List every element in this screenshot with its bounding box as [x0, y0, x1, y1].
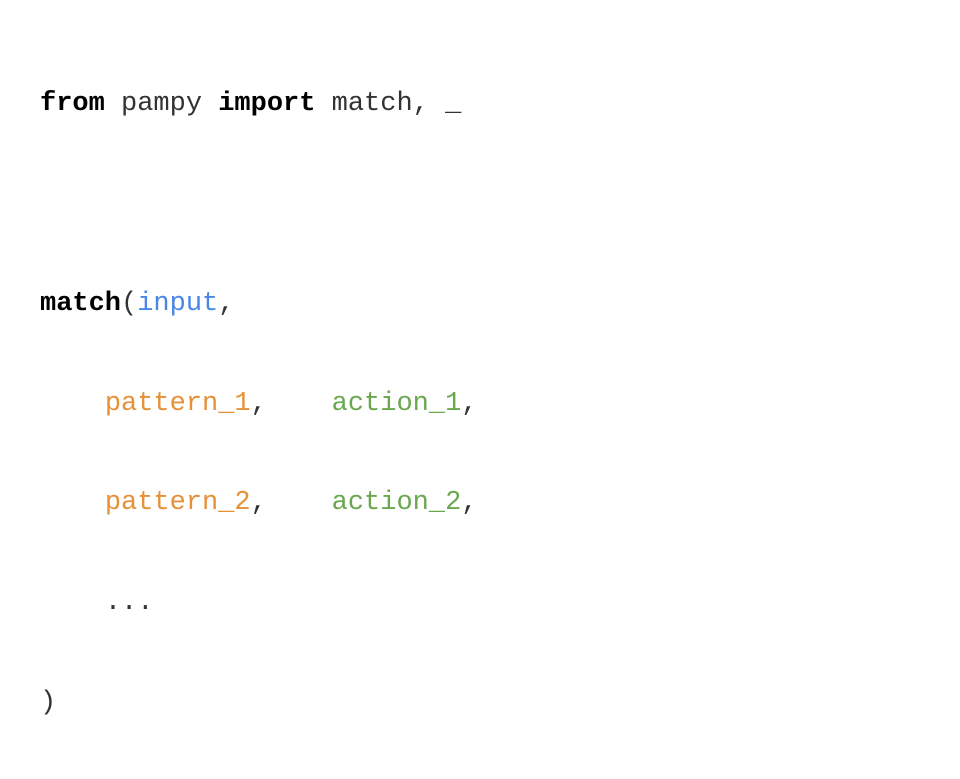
paren-close: ) [40, 688, 56, 718]
param-input: input [137, 289, 218, 319]
code-line-3: match(input, [40, 280, 920, 330]
blank-line [40, 180, 920, 230]
function-match: match [40, 289, 121, 319]
module-name: pampy [105, 89, 218, 119]
param-action-2: action_2 [332, 488, 462, 518]
code-line-6: ... [40, 579, 920, 629]
import-names: match, _ [315, 89, 461, 119]
paren-open: ( [121, 289, 137, 319]
param-pattern-2: pattern_2 [105, 488, 251, 518]
keyword-from: from [40, 89, 105, 119]
indent [40, 579, 105, 629]
code-line-7: ) [40, 679, 920, 729]
comma: , [251, 389, 267, 419]
comma: , [461, 389, 477, 419]
gap [267, 479, 332, 529]
code-snippet: from pampy import match, _ match(input, … [40, 30, 920, 779]
comma: , [461, 488, 477, 518]
indent [40, 479, 105, 529]
indent [40, 380, 105, 430]
code-line-4: pattern_1, action_1, [40, 380, 920, 430]
param-action-1: action_1 [332, 389, 462, 419]
param-pattern-1: pattern_1 [105, 389, 251, 419]
comma: , [251, 488, 267, 518]
code-line-1: from pampy import match, _ [40, 80, 920, 130]
gap [267, 380, 332, 430]
comma: , [218, 289, 234, 319]
ellipsis: ... [105, 588, 154, 618]
keyword-import: import [218, 89, 315, 119]
code-line-5: pattern_2, action_2, [40, 479, 920, 529]
